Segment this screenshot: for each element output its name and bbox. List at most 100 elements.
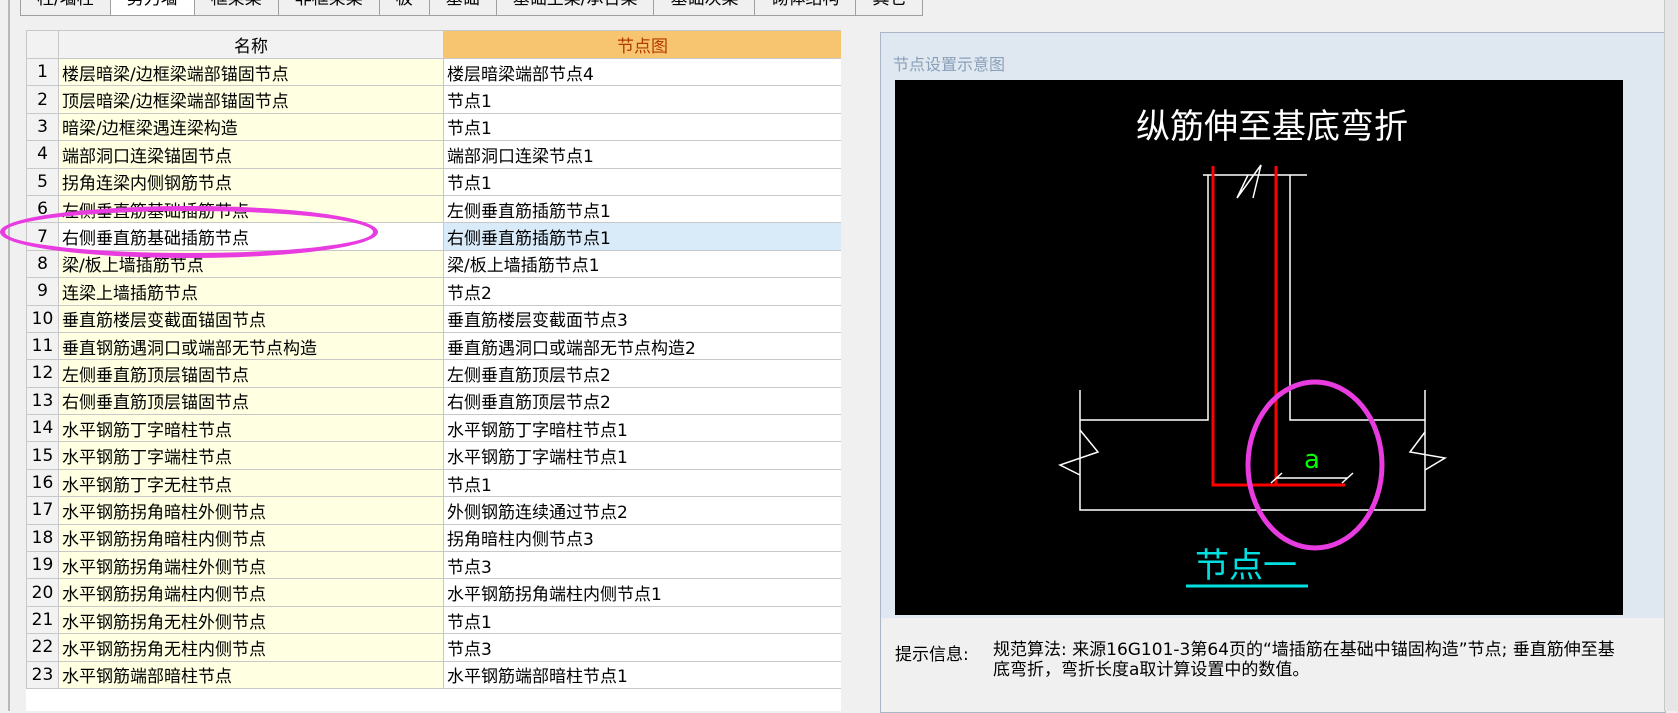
row-node-cell[interactable]: 节点2 — [443, 277, 841, 306]
row-node-cell[interactable]: 节点1 — [443, 112, 841, 142]
row-node-cell[interactable]: 垂直筋楼层变截面节点3 — [443, 304, 841, 333]
table-row[interactable]: 1 楼层暗梁/边框梁端部锚固节点 楼层暗梁端部节点4 — [26, 57, 841, 87]
table-row[interactable]: 3 暗梁/边框梁遇连梁构造 节点1 — [26, 112, 841, 142]
table-row[interactable]: 19 水平钢筋拐角端柱外侧节点 节点3 — [26, 551, 841, 580]
header-name[interactable]: 名称 — [58, 30, 444, 59]
table-row[interactable]: 9 连梁上墙插筋节点 节点2 — [26, 277, 841, 306]
row-index: 18 — [26, 523, 59, 553]
row-name-cell[interactable]: 拐角连梁内侧钢筋节点 — [58, 167, 444, 196]
table-row[interactable]: 7 右侧垂直筋基础插筋节点 右侧垂直筋插筋节点1 — [26, 222, 841, 251]
table-row[interactable]: 14 水平钢筋丁字暗柱节点 水平钢筋丁字暗柱节点1 — [26, 414, 841, 443]
row-name-cell[interactable]: 右侧垂直筋基础插筋节点 — [58, 222, 444, 251]
row-name-cell[interactable]: 水平钢筋拐角端柱外侧节点 — [58, 551, 444, 580]
table-row[interactable]: 11 垂直钢筋遇洞口或端部无节点构造 垂直筋遇洞口或端部无节点构造2 — [26, 331, 841, 361]
row-index: 23 — [26, 660, 59, 689]
table-row[interactable]: 17 水平钢筋拐角暗柱外侧节点 外侧钢筋连续通过节点2 — [26, 496, 841, 525]
row-node-cell[interactable]: 水平钢筋丁字端柱节点1 — [443, 441, 841, 470]
tab-1[interactable]: 剪力墙 — [110, 0, 195, 16]
dimension-label: a — [1304, 445, 1320, 475]
row-node-cell[interactable]: 拐角暗柱内侧节点3 — [443, 523, 841, 553]
row-index: 15 — [26, 441, 59, 470]
row-node-cell[interactable]: 右侧垂直筋顶层节点2 — [443, 386, 841, 416]
row-name-cell[interactable]: 水平钢筋拐角无柱外侧节点 — [58, 605, 444, 635]
row-index: 14 — [26, 414, 59, 443]
table-row[interactable]: 13 右侧垂直筋顶层锚固节点 右侧垂直筋顶层节点2 — [26, 386, 841, 416]
row-node-cell[interactable]: 外侧钢筋连续通过节点2 — [443, 496, 841, 525]
row-name-cell[interactable]: 连梁上墙插筋节点 — [58, 277, 444, 306]
table-row[interactable]: 10 垂直筋楼层变截面锚固节点 垂直筋楼层变截面节点3 — [26, 304, 841, 333]
row-node-cell[interactable]: 水平钢筋丁字暗柱节点1 — [443, 414, 841, 443]
row-node-cell[interactable]: 左侧垂直筋插筋节点1 — [443, 194, 841, 224]
row-index: 22 — [26, 633, 59, 662]
left-break-mark — [1058, 429, 1100, 476]
row-name-cell[interactable]: 水平钢筋拐角暗柱内侧节点 — [58, 523, 444, 553]
row-node-cell[interactable]: 节点1 — [443, 468, 841, 498]
row-name-cell[interactable]: 水平钢筋拐角无柱内侧节点 — [58, 633, 444, 662]
tab-6[interactable]: 基础主梁/承台梁 — [496, 0, 655, 16]
row-name-cell[interactable]: 暗梁/边框梁遇连梁构造 — [58, 112, 444, 142]
row-name-cell[interactable]: 水平钢筋拐角暗柱外侧节点 — [58, 496, 444, 525]
table-row[interactable]: 6 左侧垂直筋基础插筋节点 左侧垂直筋插筋节点1 — [26, 194, 841, 224]
header-node[interactable]: 节点图 — [443, 30, 841, 59]
wall-break-line — [1203, 164, 1307, 199]
table-row[interactable]: 15 水平钢筋丁字端柱节点 水平钢筋丁字端柱节点1 — [26, 441, 841, 470]
row-index: 9 — [26, 277, 59, 306]
row-index: 11 — [26, 331, 59, 361]
row-index: 1 — [26, 57, 59, 87]
tab-3[interactable]: 非框架梁 — [278, 0, 380, 16]
row-index: 5 — [26, 167, 59, 196]
row-name-cell[interactable]: 水平钢筋拐角端柱内侧节点 — [58, 578, 444, 607]
row-node-cell[interactable]: 节点1 — [443, 85, 841, 114]
row-name-cell[interactable]: 垂直钢筋遇洞口或端部无节点构造 — [58, 331, 444, 361]
tab-9[interactable]: 其它 — [856, 0, 924, 16]
node-settings-table[interactable]: 名称 节点图 1 楼层暗梁/边框梁端部锚固节点 楼层暗梁端部节点4 2 顶层暗梁/边框梁… — [26, 30, 841, 711]
row-node-cell[interactable]: 水平钢筋端部暗柱节点1 — [443, 660, 841, 689]
row-name-cell[interactable]: 端部洞口连梁锚固节点 — [58, 140, 444, 169]
table-row[interactable]: 16 水平钢筋丁字无柱节点 节点1 — [26, 468, 841, 498]
row-index: 13 — [26, 386, 59, 416]
table-row[interactable]: 23 水平钢筋端部暗柱节点 水平钢筋端部暗柱节点1 — [26, 660, 841, 689]
table-row[interactable]: 12 左侧垂直筋顶层锚固节点 左侧垂直筋顶层节点2 — [26, 359, 841, 388]
row-name-cell[interactable]: 右侧垂直筋顶层锚固节点 — [58, 386, 444, 416]
row-name-cell[interactable]: 水平钢筋丁字端柱节点 — [58, 441, 444, 470]
row-node-cell[interactable]: 节点3 — [443, 551, 841, 580]
row-name-cell[interactable]: 顶层暗梁/边框梁端部锚固节点 — [58, 85, 444, 114]
table-row[interactable]: 21 水平钢筋拐角无柱外侧节点 节点1 — [26, 605, 841, 635]
tab-5[interactable]: 基础 — [429, 0, 497, 16]
preview-panel-title: 节点设置示意图 — [893, 55, 1006, 74]
row-node-cell[interactable]: 左侧垂直筋顶层节点2 — [443, 359, 841, 388]
row-node-cell[interactable]: 端部洞口连梁节点1 — [443, 140, 841, 169]
row-name-cell[interactable]: 左侧垂直筋顶层锚固节点 — [58, 359, 444, 388]
row-node-cell[interactable]: 节点1 — [443, 167, 841, 196]
row-node-cell[interactable]: 节点1 — [443, 605, 841, 635]
row-name-cell[interactable]: 左侧垂直筋基础插筋节点 — [58, 194, 444, 224]
tab-4[interactable]: 板 — [379, 0, 430, 16]
table-row[interactable]: 2 顶层暗梁/边框梁端部锚固节点 节点1 — [26, 85, 841, 114]
row-node-cell[interactable]: 梁/板上墙插筋节点1 — [443, 249, 841, 279]
rebar-left — [1211, 166, 1345, 487]
table-row[interactable]: 8 梁/板上墙插筋节点 梁/板上墙插筋节点1 — [26, 249, 841, 279]
tab-2[interactable]: 框架梁 — [194, 0, 279, 16]
row-name-cell[interactable]: 楼层暗梁/边框梁端部锚固节点 — [58, 57, 444, 87]
table-row[interactable]: 22 水平钢筋拐角无柱内侧节点 节点3 — [26, 633, 841, 662]
row-name-cell[interactable]: 水平钢筋丁字暗柱节点 — [58, 414, 444, 443]
tab-7[interactable]: 基础次梁 — [654, 0, 756, 16]
row-node-cell[interactable]: 节点3 — [443, 633, 841, 662]
table-row[interactable]: 20 水平钢筋拐角端柱内侧节点 水平钢筋拐角端柱内侧节点1 — [26, 578, 841, 607]
row-node-cell[interactable]: 楼层暗梁端部节点4 — [443, 57, 841, 87]
row-name-cell[interactable]: 水平钢筋端部暗柱节点 — [58, 660, 444, 689]
row-index: 4 — [26, 140, 59, 169]
row-index: 21 — [26, 605, 59, 635]
table-row[interactable]: 5 拐角连梁内侧钢筋节点 节点1 — [26, 167, 841, 196]
row-node-cell[interactable]: 右侧垂直筋插筋节点1 — [443, 222, 841, 251]
window-left-edge — [8, 0, 10, 711]
table-row[interactable]: 4 端部洞口连梁锚固节点 端部洞口连梁节点1 — [26, 140, 841, 169]
row-node-cell[interactable]: 垂直筋遇洞口或端部无节点构造2 — [443, 331, 841, 361]
row-node-cell[interactable]: 水平钢筋拐角端柱内侧节点1 — [443, 578, 841, 607]
row-name-cell[interactable]: 垂直筋楼层变截面锚固节点 — [58, 304, 444, 333]
tab-0[interactable]: 柱/墙柱 — [20, 0, 111, 16]
table-row[interactable]: 18 水平钢筋拐角暗柱内侧节点 拐角暗柱内侧节点3 — [26, 523, 841, 553]
tab-8[interactable]: 砌体结构 — [755, 0, 857, 16]
row-name-cell[interactable]: 梁/板上墙插筋节点 — [58, 249, 444, 279]
row-name-cell[interactable]: 水平钢筋丁字无柱节点 — [58, 468, 444, 498]
